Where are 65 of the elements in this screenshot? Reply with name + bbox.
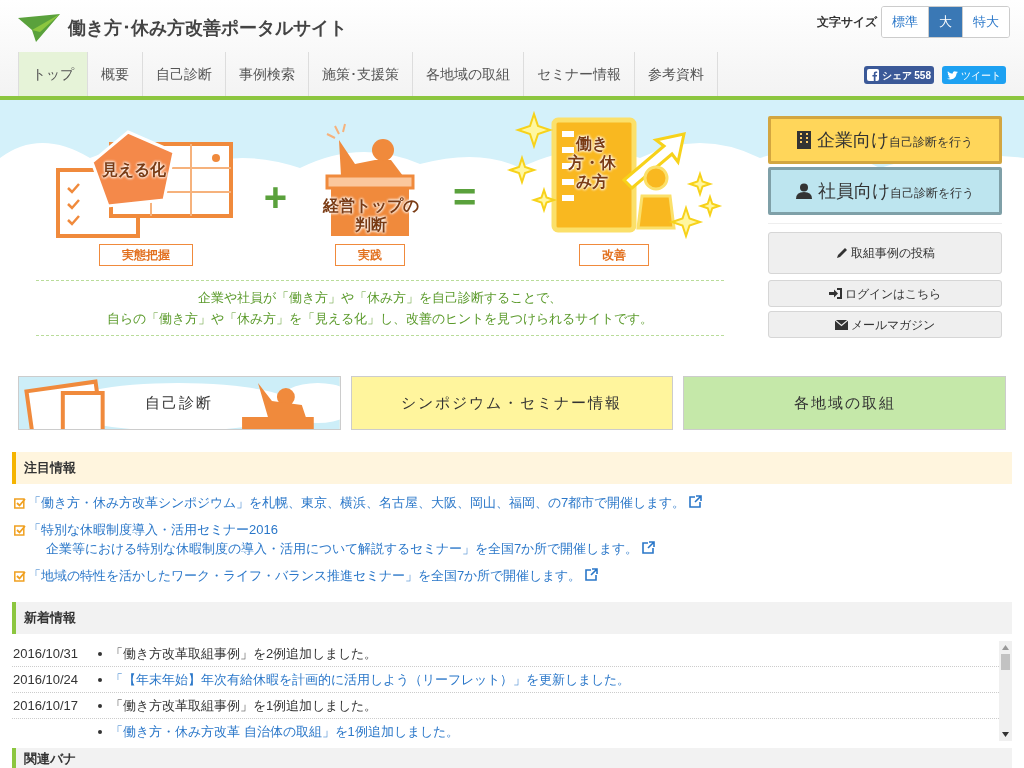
font-size-label: 文字サイズ [817, 14, 877, 31]
nav-tab[interactable]: 参考資料 [635, 52, 718, 96]
section-header: 関連バナ [12, 748, 1012, 768]
nav-tab[interactable]: トップ [18, 52, 88, 96]
diagnosis-button[interactable]: 社員向け自己診断を行う [768, 167, 1002, 215]
bullet-icon [98, 651, 102, 656]
side-link-button[interactable]: メールマガジン [768, 311, 1002, 338]
share-button[interactable]: シェア 558 [863, 66, 934, 84]
step-tag: 改善 [579, 244, 650, 266]
bird-icon [947, 70, 958, 80]
banner-link[interactable]: 各地域の取組 [683, 376, 1006, 430]
nav-tab[interactable]: 概要 [88, 52, 143, 96]
side-link-button[interactable]: 取組事例の投稿 [768, 232, 1002, 274]
step-tag: 実践 [335, 244, 405, 266]
featured-link[interactable]: 「特別な休暇制度導入・活用セミナー2016 企業等における特別な休暇制度の導入・活用について解説するセミナー」を全国7か所で開催します。 [28, 520, 656, 558]
external-link-icon [642, 541, 656, 554]
scroll-down-icon[interactable] [1002, 732, 1009, 737]
nav-tab[interactable]: 事例検索 [226, 52, 309, 96]
font-size-option[interactable]: 特大 [962, 7, 1009, 37]
step-tag: 実態把握 [98, 244, 193, 266]
pencil-icon [835, 247, 848, 259]
description-text: 企業や社員が「働き方」や「休み方」を自己診断することで、 [198, 289, 562, 307]
news-link[interactable]: 「働き方・休み方改革 自治体の取組」を1例追加しました。 [110, 721, 459, 741]
font-size-option[interactable]: 標準 [882, 7, 928, 37]
checkbox-icon [14, 524, 26, 536]
paper-plane-icon [18, 14, 60, 42]
section-header: 注目情報 [12, 452, 1012, 484]
side-link-button[interactable]: ログインはこちら [768, 280, 1002, 307]
font-size-option[interactable]: 大 [928, 7, 962, 37]
featured-link[interactable]: 「働き方・休み方改革シンポジウム」を札幌、東京、横浜、名古屋、大阪、岡山、福岡、の7都市で開催します。 [28, 493, 703, 512]
nav-tab[interactable]: 施策･支援策 [309, 52, 413, 96]
news-date: 2016/10/24 [12, 670, 80, 689]
step-caption: 見える化 [101, 160, 166, 180]
step-caption: 働き方・休み方 [567, 134, 618, 192]
person-icon [796, 183, 812, 199]
description-text: 自らの「働き方」や「休み方」を「見える化」し、改善のヒントを見つけられるサイトです。 [107, 310, 653, 328]
bullet-icon [98, 703, 102, 708]
external-link-icon [585, 568, 599, 581]
news-date: 2016/10/31 [12, 644, 80, 663]
checkbox-icon [14, 497, 26, 509]
news-link[interactable]: 「【年末年始】年次有給休暇を計画的に活用しよう（リーフレット）」を更新しました。 [110, 669, 630, 690]
site-title: 働き方･休み方改善ポータルサイト [68, 16, 347, 40]
banner-link[interactable]: シンポジウム・セミナー情報 [350, 376, 674, 430]
building-icon [797, 131, 811, 149]
envelope-icon [835, 319, 848, 330]
section-header: 新着情報 [12, 602, 1012, 634]
scroll-up-icon[interactable] [1002, 645, 1009, 650]
news-text: 「働き方改革取組事例」を2例追加しました。 [110, 644, 378, 663]
diagnosis-button[interactable]: 企業向け自己診断を行う [768, 116, 1002, 164]
operator-sign: + [263, 175, 287, 219]
bullet-icon [98, 677, 102, 682]
news-date: 2016/10/17 [12, 696, 80, 715]
external-link-icon [689, 495, 703, 508]
nav-tab[interactable]: 自己診断 [143, 52, 226, 96]
news-text: 「働き方改革取組事例」を1例追加しました。 [110, 696, 378, 715]
nav-tab[interactable]: 各地域の取組 [413, 52, 524, 96]
checkbox-icon [14, 570, 26, 582]
scroll-thumb[interactable] [1001, 654, 1010, 670]
bullet-icon [98, 729, 102, 734]
banner-link[interactable]: 自己診断 [18, 376, 341, 430]
operator-sign: = [453, 175, 477, 219]
login-icon [829, 288, 842, 299]
facebook-icon [866, 69, 879, 81]
featured-link[interactable]: 「地域の特性を活かしたワーク・ライフ・バランス推進セミナー」を全国7か所で開催します。 [28, 566, 599, 585]
nav-tab[interactable]: セミナー情報 [524, 52, 635, 96]
